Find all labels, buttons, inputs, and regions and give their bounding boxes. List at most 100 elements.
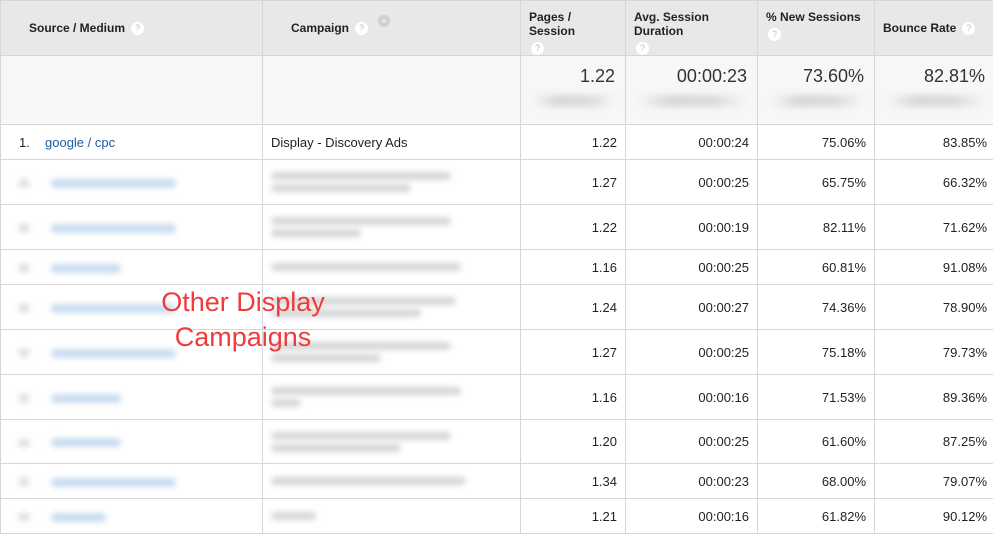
table-row[interactable]: 1.2100:00:1661.82%90.12% xyxy=(1,499,993,534)
new-sessions-cell: 61.82% xyxy=(758,499,875,534)
table-row[interactable]: 1.3400:00:2368.00%79.07% xyxy=(1,464,993,499)
new-sessions-cell: 60.81% xyxy=(758,250,875,285)
source-medium-cell xyxy=(1,420,263,464)
pages-session-cell: 1.27 xyxy=(521,330,626,375)
avg-session-duration-cell: 00:00:25 xyxy=(626,160,758,205)
redacted-row-number xyxy=(19,304,29,312)
pages-session-cell: 1.22 xyxy=(521,205,626,250)
source-medium-link[interactable]: google / cpc xyxy=(45,135,115,150)
help-icon[interactable]: ? xyxy=(131,22,144,35)
avg-session-duration-cell: 00:00:19 xyxy=(626,205,758,250)
totals-source-cell xyxy=(1,56,263,125)
column-header-campaign[interactable]: Campaign?× xyxy=(263,1,521,56)
table-row[interactable]: 1.2200:00:1982.11%71.62% xyxy=(1,205,993,250)
pages-session-cell: 1.27 xyxy=(521,160,626,205)
redacted-row-number xyxy=(19,179,29,187)
redacted-campaign-text xyxy=(271,184,411,192)
column-header-bounce-rate[interactable]: Bounce Rate? xyxy=(875,1,993,56)
redacted-campaign-text xyxy=(271,229,361,237)
new-sessions-cell: 68.00% xyxy=(758,464,875,499)
source-medium-cell xyxy=(1,375,263,420)
redacted-source-link[interactable] xyxy=(51,264,121,273)
remove-dimension-icon[interactable]: × xyxy=(378,15,390,27)
redacted-source-link[interactable] xyxy=(51,438,121,447)
avg-session-duration-cell: 00:00:25 xyxy=(626,420,758,464)
total-bounce-rate: 82.81% xyxy=(875,56,993,125)
campaign-cell xyxy=(263,205,521,250)
column-header-avg-session-duration[interactable]: Avg. Session Duration ? xyxy=(626,1,758,56)
avg-session-duration-cell: 00:00:16 xyxy=(626,375,758,420)
column-header-new-sessions[interactable]: % New Sessions ? xyxy=(758,1,875,56)
new-sessions-cell: 75.18% xyxy=(758,330,875,375)
campaign-name[interactable]: Display - Discovery Ads xyxy=(271,135,408,150)
campaign-cell xyxy=(263,250,521,285)
totals-campaign-cell xyxy=(263,56,521,125)
new-sessions-cell: 65.75% xyxy=(758,160,875,205)
pages-session-cell: 1.21 xyxy=(521,499,626,534)
avg-session-duration-cell: 00:00:25 xyxy=(626,250,758,285)
bounce-rate-cell: 66.32% xyxy=(875,160,993,205)
bounce-rate-cell: 90.12% xyxy=(875,499,993,534)
bounce-rate-cell: 79.73% xyxy=(875,330,993,375)
redacted-row-number xyxy=(19,513,29,521)
source-medium-cell xyxy=(1,205,263,250)
redacted-campaign-text xyxy=(271,399,301,407)
bounce-rate-cell: 83.85% xyxy=(875,125,993,160)
new-sessions-cell: 61.60% xyxy=(758,420,875,464)
pages-session-cell: 1.22 xyxy=(521,125,626,160)
annotation-line: Other Display xyxy=(128,285,358,320)
source-medium-cell xyxy=(1,499,263,534)
redacted-campaign-text xyxy=(271,387,461,395)
redacted-campaign-text xyxy=(271,217,451,225)
column-label: Pages / Session xyxy=(529,10,575,38)
bounce-rate-cell: 87.25% xyxy=(875,420,993,464)
new-sessions-cell: 75.06% xyxy=(758,125,875,160)
table-row[interactable]: 1.1600:00:2560.81%91.08% xyxy=(1,250,993,285)
redacted-campaign-text xyxy=(271,477,466,485)
pages-session-cell: 1.34 xyxy=(521,464,626,499)
new-sessions-cell: 74.36% xyxy=(758,285,875,330)
redacted-row-number xyxy=(19,478,29,486)
table-row[interactable]: 1.2700:00:2565.75%66.32% xyxy=(1,160,993,205)
campaign-cell xyxy=(263,464,521,499)
redacted-campaign-text xyxy=(271,432,451,440)
table-row[interactable]: 1.google / cpc Display - Discovery Ads 1.2… xyxy=(1,125,993,160)
redacted-row-number xyxy=(19,349,29,357)
help-icon[interactable]: ? xyxy=(531,42,544,55)
redacted-source-link[interactable] xyxy=(51,394,121,403)
redacted-row-number xyxy=(19,394,29,402)
redacted-row-number xyxy=(19,224,29,232)
help-icon[interactable]: ? xyxy=(962,22,975,35)
column-label: % New Sessions xyxy=(766,10,861,24)
redacted-source-link[interactable] xyxy=(51,224,176,233)
new-sessions-cell: 71.53% xyxy=(758,375,875,420)
table-row[interactable]: 1.1600:00:1671.53%89.36% xyxy=(1,375,993,420)
source-medium-cell xyxy=(1,250,263,285)
avg-session-duration-cell: 00:00:27 xyxy=(626,285,758,330)
redacted-source-link[interactable] xyxy=(51,513,106,522)
total-new-sessions: 73.60% xyxy=(758,56,875,125)
help-icon[interactable]: ? xyxy=(355,22,368,35)
annotation-line: Campaigns xyxy=(128,320,358,355)
campaign-cell xyxy=(263,420,521,464)
column-label: Bounce Rate xyxy=(883,21,956,35)
campaign-cell xyxy=(263,375,521,420)
redacted-campaign-text xyxy=(271,172,451,180)
bounce-rate-cell: 91.08% xyxy=(875,250,993,285)
redacted-campaign-text xyxy=(271,444,401,452)
avg-session-duration-cell: 00:00:23 xyxy=(626,464,758,499)
table-row[interactable]: 1.2000:00:2561.60%87.25% xyxy=(1,420,993,464)
redacted-source-link[interactable] xyxy=(51,478,176,487)
header-row: Source / Medium? Campaign?× Pages / Sess… xyxy=(1,1,993,56)
column-header-source-medium[interactable]: Source / Medium? xyxy=(1,1,263,56)
row-number: 1. xyxy=(19,135,45,150)
help-icon[interactable]: ? xyxy=(768,28,781,41)
total-pages-session: 1.22 xyxy=(521,56,626,125)
total-avg-session-duration: 00:00:23 xyxy=(626,56,758,125)
redacted-source-link[interactable] xyxy=(51,179,176,188)
help-icon[interactable]: ? xyxy=(636,42,649,55)
column-header-pages-session[interactable]: Pages / Session ? xyxy=(521,1,626,56)
column-label: Source / Medium xyxy=(29,21,125,35)
redacted-campaign-text xyxy=(271,512,316,520)
analytics-report-table: Source / Medium? Campaign?× Pages / Sess… xyxy=(0,0,993,534)
